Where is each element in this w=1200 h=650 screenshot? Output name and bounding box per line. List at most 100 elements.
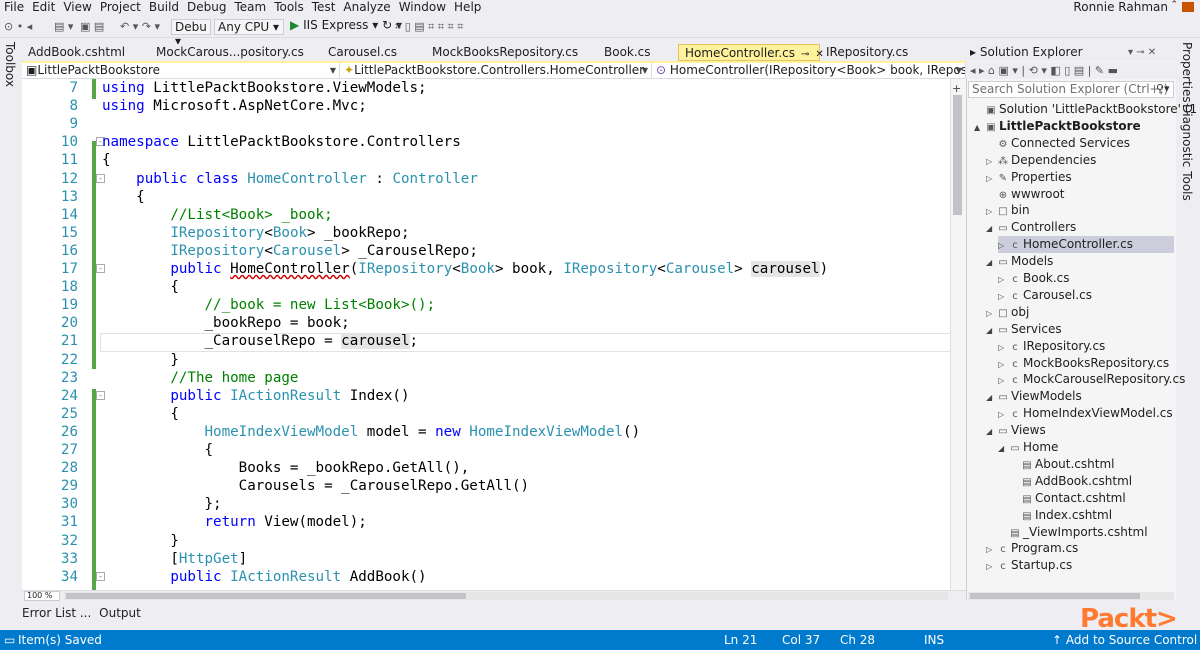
tree-node[interactable]: ▷ □ bin [986,202,1174,219]
editor-scroll-thumb[interactable] [953,95,962,215]
tree-node[interactable]: ◢ ▭ Services [986,321,1174,338]
tree-node[interactable]: ▷ ⁂ Dependencies [986,152,1174,169]
user-name[interactable]: Ronnie Rahman [1073,0,1168,14]
menu-window[interactable]: Window [395,0,450,14]
code-line[interactable]: 12- public class HomeController : Contro… [22,170,962,188]
code-line[interactable]: 17- public HomeController(IRepository<Bo… [22,260,962,278]
expand-arrow-icon[interactable]: ▷ [986,203,997,220]
expand-arrow-icon[interactable]: ◢ [986,423,997,440]
source-control-button[interactable]: ↑ Add to Source Control ⌃ [1052,633,1200,647]
code-line[interactable]: 18 { [22,278,962,296]
config-combo[interactable]: Debu ▾ [171,19,211,48]
code-line[interactable]: 16 IRepository<Carousel> _CarouselRepo; [22,242,962,260]
tree-node[interactable]: ◢ ▭ Views [986,422,1174,439]
undo-redo-icon[interactable]: ↶ ▾ ↷ ▾ [120,20,160,33]
member-nav-combo[interactable]: ⊙ HomeController(IRepository<Book> book,… [652,63,966,78]
toolbox-tab[interactable]: Toolbox [3,42,17,87]
solution-explorer-hscroll-thumb[interactable] [970,593,1140,599]
expand-arrow-icon[interactable]: ▷ [998,372,1009,389]
tab-mockbooksrepository[interactable]: MockBooksRepository.cs [426,44,584,61]
panel-window-buttons[interactable]: ▾ ⊸ ✕ [1128,44,1156,61]
pin-icon[interactable]: ⊸ [801,49,809,60]
tree-node[interactable]: ◢ ▭ Home [998,439,1174,456]
menu-debug[interactable]: Debug [183,0,230,14]
class-nav-combo[interactable]: ✦LittlePacktBookstore.Controllers.HomeCo… [340,63,652,78]
code-line[interactable]: 14 //List<Book> _book; [22,206,962,224]
expand-arrow-icon[interactable]: ▷ [998,339,1009,356]
code-line[interactable]: 24- public IActionResult Index() [22,387,962,405]
expand-arrow-icon[interactable]: ▷ [998,271,1009,288]
tab-error-list[interactable]: Error List ... [22,606,91,620]
menu-analyze[interactable]: Analyze [339,0,394,14]
tree-node[interactable]: ▷ ✎ Properties [986,169,1174,186]
new-project-icon[interactable]: ▤ ▾ [54,20,73,33]
solution-search-input[interactable]: Search Solution Explorer (Ctrl+;) [968,81,1174,98]
tree-node[interactable]: ▷ c Carousel.cs [998,287,1174,304]
code-line[interactable]: 8 using Microsoft.AspNetCore.Mvc; [22,97,962,115]
expand-arrow-icon[interactable]: ▷ [986,541,997,558]
search-icon[interactable]: ⚲▾ [1156,82,1170,95]
code-line[interactable]: 11 { [22,151,962,169]
code-line[interactable]: 32 } [22,532,962,550]
tab-carousel-cs[interactable]: Carousel.cs [322,44,403,61]
code-line[interactable]: 27 { [22,441,962,459]
save-all-icon[interactable]: ▣ ▤ [80,20,104,33]
tree-node[interactable]: ▤ Contact.cshtml [1010,490,1174,507]
expand-arrow-icon[interactable]: ▷ [998,356,1009,373]
tab-irepository-cs[interactable]: IRepository.cs [820,44,914,61]
split-icon[interactable]: + [952,82,961,95]
tree-node[interactable]: ▲ ▣ LittlePacktBookstore [974,118,1174,135]
back-forward-icon[interactable]: ⊙ • ◂ [4,20,32,33]
expand-arrow-icon[interactable]: ◢ [986,220,997,237]
tree-node[interactable]: ◢ ▭ Controllers [986,219,1174,236]
tab-mockcarouselrepository[interactable]: MockCarous...pository.cs [150,44,310,61]
chevron-up-icon[interactable]: ⌃ [1170,0,1178,10]
menu-test[interactable]: Test [308,0,340,14]
tab-homecontroller-cs[interactable]: HomeController.cs ⊸ ✕ [678,44,824,61]
menu-tools[interactable]: Tools [270,0,308,14]
tree-node[interactable]: ◢ ▭ Models [986,253,1174,270]
code-line[interactable]: 33 [HttpGet] [22,550,962,568]
menu-view[interactable]: View [59,0,95,14]
tree-node[interactable]: ▤ About.cshtml [1010,456,1174,473]
code-line[interactable]: 31 return View(model); [22,513,962,531]
tab-output[interactable]: Output [99,606,141,620]
code-line[interactable]: 28 Books = _bookRepo.GetAll(), [22,459,962,477]
expand-arrow-icon[interactable]: ▷ [986,170,997,187]
code-line[interactable]: 13 { [22,188,962,206]
menu-edit[interactable]: Edit [28,0,59,14]
platform-combo[interactable]: Any CPU ▾ [214,19,284,35]
code-line[interactable]: 26 HomeIndexViewModel model = new HomeIn… [22,423,962,441]
code-line[interactable]: 15 IRepository<Book> _bookRepo; [22,224,962,242]
expand-arrow-icon[interactable]: ◢ [986,389,997,406]
tree-node[interactable]: ▣ Solution 'LittlePacktBookstore' (1 pr [974,101,1200,118]
run-button[interactable]: ▶ IIS Express ▾ ↻ ▾ [290,18,402,32]
tree-node[interactable]: ▷ c MockBooksRepository.cs [998,355,1174,372]
expand-arrow-icon[interactable]: ▲ [974,119,985,136]
tree-node[interactable]: ▷ c IRepository.cs [998,338,1174,355]
tree-node[interactable]: ▤ _ViewImports.cshtml [998,524,1174,541]
menu-file[interactable]: File [0,0,28,14]
tree-node[interactable]: ▷ □ obj [986,304,1174,321]
tree-node[interactable]: ▷ c HomeIndexViewModel.cs [998,405,1174,422]
code-line[interactable]: 23 //The home page [22,369,962,387]
tree-node[interactable]: ⊕ wwwroot [986,186,1174,203]
properties-tab[interactable]: Properties [1180,42,1194,103]
tree-node[interactable]: ▷ c Startup.cs [986,557,1174,574]
tree-node[interactable]: ▷ c HomeController.cs [998,236,1174,254]
expand-arrow-icon[interactable]: ▷ [998,237,1009,254]
expand-arrow-icon[interactable]: ▷ [986,153,997,170]
feedback-badge-icon[interactable] [1182,2,1194,12]
expand-arrow-icon[interactable]: ▷ [998,288,1009,305]
menu-team[interactable]: Team [230,0,270,14]
expand-arrow-icon[interactable]: ▷ [986,305,997,322]
zoom-combo[interactable]: 100 % [24,591,60,601]
project-nav-combo[interactable]: ▣LittlePacktBookstore ▼ [22,63,340,78]
menu-build[interactable]: Build [145,0,183,14]
tab-addbook-cshtml[interactable]: AddBook.cshtml [22,44,131,61]
code-line[interactable]: 20 _bookRepo = book; [22,314,962,332]
expand-arrow-icon[interactable]: ◢ [998,440,1009,457]
code-line[interactable]: 19 //_book = new List<Book>(); [22,296,962,314]
code-line[interactable]: 29 Carousels = _CarouselRepo.GetAll() [22,477,962,495]
expand-arrow-icon[interactable]: ◢ [986,254,997,271]
